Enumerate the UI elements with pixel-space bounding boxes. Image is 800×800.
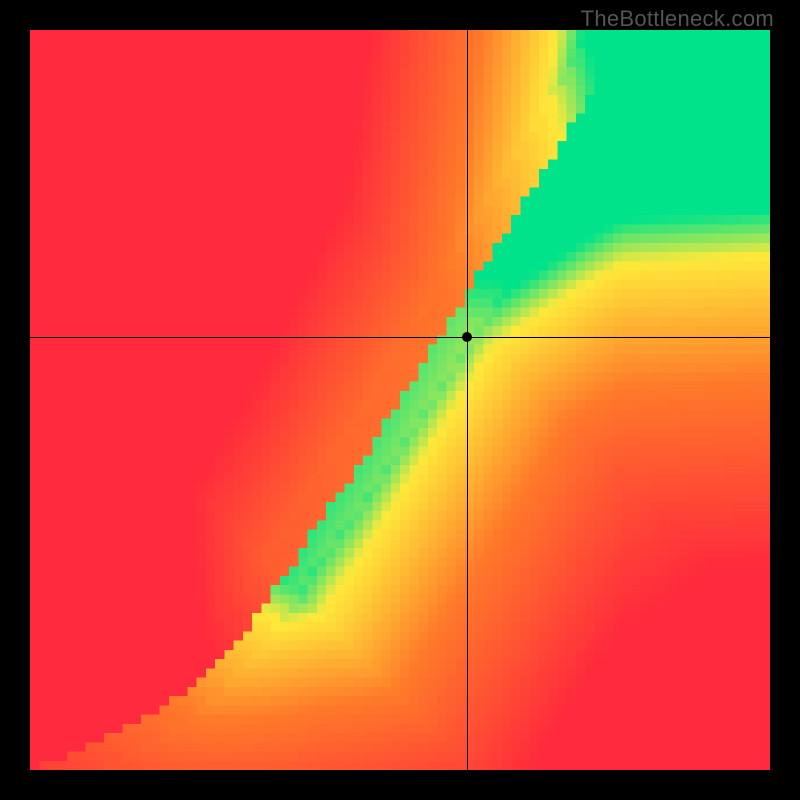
watermark-text: TheBottleneck.com	[581, 6, 774, 32]
selection-marker	[462, 332, 472, 342]
chart-stage: TheBottleneck.com	[0, 0, 800, 800]
crosshair-horizontal	[30, 337, 770, 338]
crosshair-vertical	[467, 30, 468, 770]
bottleneck-heatmap	[30, 30, 770, 770]
